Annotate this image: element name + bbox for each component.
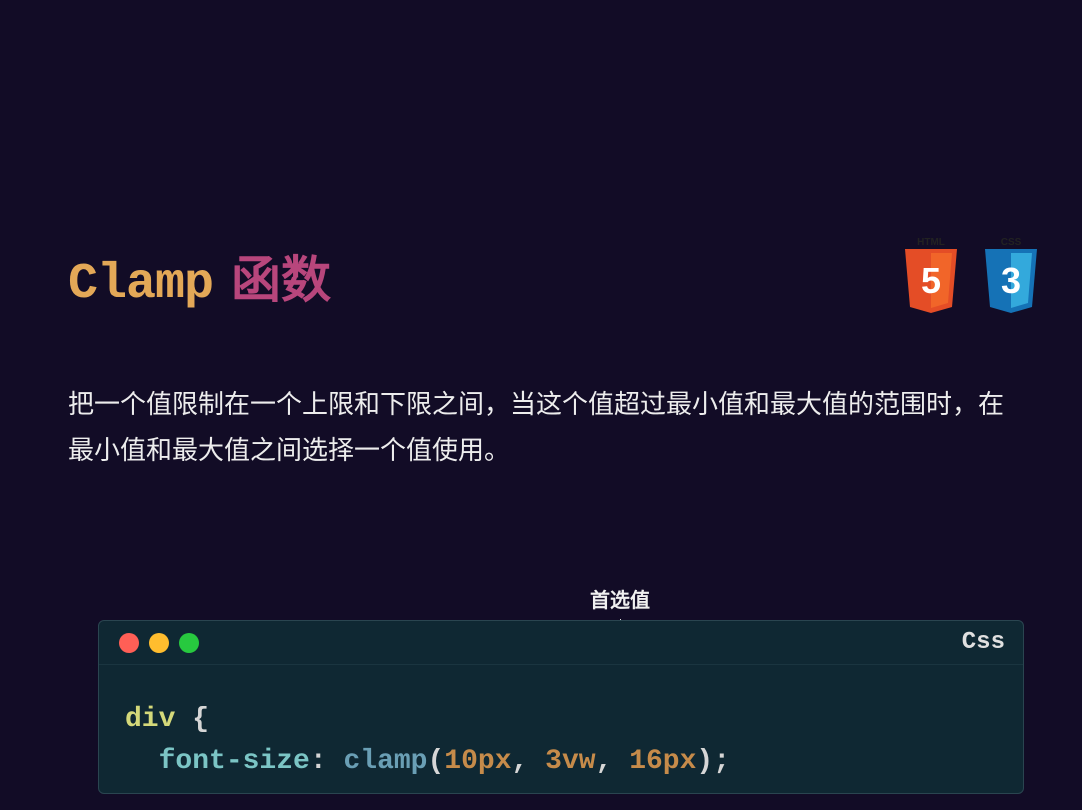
title-row: Clamp 函数 HTML 5 CSS 3	[68, 235, 1042, 318]
code-semicolon: ;	[713, 746, 730, 777]
code-colon: :	[310, 746, 327, 777]
code-comma-2: ,	[596, 746, 613, 777]
minimize-dot-icon	[149, 633, 169, 653]
code-comma-1: ,	[512, 746, 529, 777]
window-traffic-lights	[119, 633, 199, 653]
code-property: font-size	[159, 746, 310, 777]
close-dot-icon	[119, 633, 139, 653]
code-value-3: 16px	[629, 746, 696, 777]
code-brace-open: {	[192, 704, 209, 735]
svg-text:5: 5	[921, 260, 941, 301]
annotation-label: 首选值	[590, 584, 650, 613]
code-value-2: 3vw	[545, 746, 595, 777]
title-clamp: Clamp	[68, 256, 213, 313]
svg-text:CSS: CSS	[1001, 237, 1022, 248]
code-window: Css div { font-size: clamp(10px, 3vw, 16…	[98, 620, 1024, 794]
title-rest: 函数	[231, 252, 331, 308]
tech-logos: HTML 5 CSS 3	[900, 235, 1042, 318]
code-content: div { font-size: clamp(10px, 3vw, 16px);	[99, 665, 1023, 793]
css3-logo-icon: CSS 3	[980, 235, 1042, 318]
svg-text:HTML: HTML	[917, 237, 945, 248]
html5-logo-icon: HTML 5	[900, 235, 962, 318]
code-function: clamp	[343, 746, 427, 777]
code-selector: div	[125, 704, 175, 735]
page-title: Clamp 函数	[68, 240, 331, 313]
window-header: Css	[99, 621, 1023, 665]
maximize-dot-icon	[179, 633, 199, 653]
language-label: Css	[962, 629, 1005, 656]
svg-text:3: 3	[1001, 260, 1021, 301]
code-line-2: font-size: clamp(10px, 3vw, 16px);	[125, 741, 997, 783]
description-text: 把一个值限制在一个上限和下限之间，当这个值超过最小值和最大值的范围时，在最小值和…	[68, 382, 1014, 473]
code-line-1: div {	[125, 699, 997, 741]
code-value-1: 10px	[444, 746, 511, 777]
code-paren-open: (	[427, 746, 444, 777]
code-paren-close: )	[696, 746, 713, 777]
